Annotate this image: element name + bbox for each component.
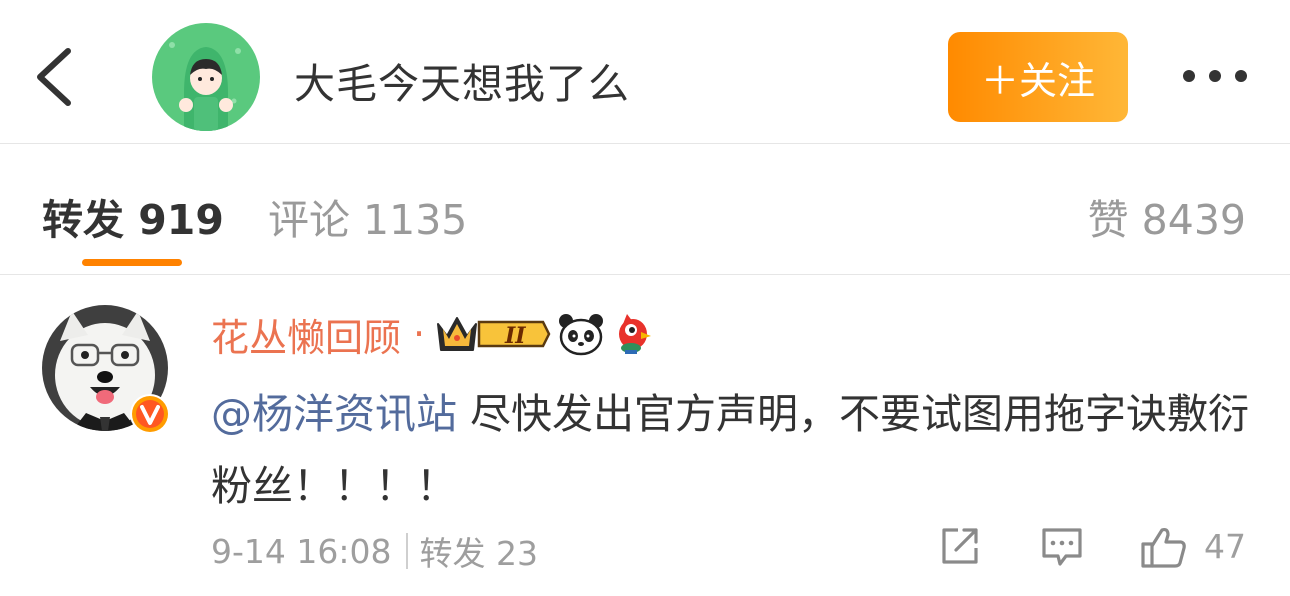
meta-divider (405, 533, 408, 569)
mention-link[interactable]: @杨洋资讯站 (211, 390, 457, 438)
top-bar: 大毛今天想我了么 ＋关注 (0, 0, 1290, 144)
comment-meta: 9-14 16:08 转发 23 (211, 527, 538, 575)
commenter-name[interactable]: 花丛懒回顾 (211, 307, 401, 362)
active-tab-indicator (82, 259, 182, 266)
like-count: 47 (1204, 527, 1246, 566)
crown-vip-II-icon[interactable]: II (435, 312, 551, 356)
weibo-bird-icon (619, 314, 652, 354)
more-dots-icon[interactable] (1180, 58, 1250, 94)
comment-time: 9-14 16:08 (211, 531, 392, 571)
svg-text:II: II (504, 323, 526, 349)
commenter-name-row: 花丛懒回顾 · II (211, 308, 661, 360)
verified-v-icon (130, 394, 170, 434)
interaction-tabs: 转发 919 评论 1135 赞 8439 (0, 144, 1290, 275)
hooded-character-avatar-image (152, 23, 260, 131)
share-icon[interactable] (938, 524, 982, 568)
chevron-left-icon[interactable] (30, 45, 80, 109)
follow-button[interactable]: ＋关注 (948, 32, 1128, 122)
panda-icon (559, 314, 604, 356)
tab-repost[interactable]: 转发 919 (42, 186, 224, 246)
name-separator: · (413, 312, 426, 356)
like-thumb-icon[interactable] (1140, 524, 1188, 570)
comment-icon[interactable] (1040, 524, 1084, 570)
author-name-title[interactable]: 大毛今天想我了么 (294, 50, 630, 110)
comment-repost-count[interactable]: 转发 23 (420, 527, 538, 575)
author-avatar[interactable] (152, 23, 260, 131)
tab-comment[interactable]: 评论 1135 (268, 186, 467, 246)
comment-text: @杨洋资讯站 尽快发出官方声明，不要试图用拖字诀敷衍粉丝！！！！ (211, 378, 1251, 522)
tab-like[interactable]: 赞 8439 (1088, 186, 1246, 246)
